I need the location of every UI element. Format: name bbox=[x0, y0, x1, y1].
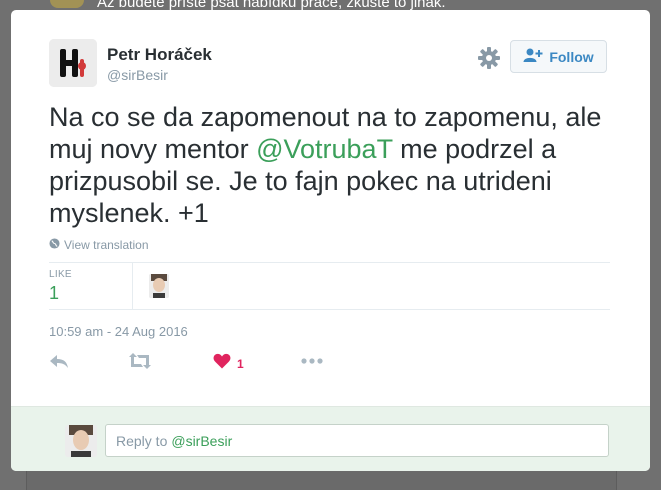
like-action-count: 1 bbox=[237, 356, 244, 371]
view-translation-label: View translation bbox=[64, 238, 149, 252]
likes-count[interactable]: 1 bbox=[49, 283, 59, 304]
stats-vertical-divider bbox=[132, 263, 133, 309]
retweet-button[interactable] bbox=[129, 353, 151, 374]
reply-input[interactable]: Reply to @sirBesir bbox=[105, 424, 609, 457]
retweet-icon bbox=[129, 353, 151, 374]
reply-composer: Reply to @sirBesir bbox=[11, 406, 650, 471]
follow-button[interactable]: Follow bbox=[510, 40, 607, 73]
more-icon bbox=[301, 353, 323, 374]
background-avatar bbox=[50, 0, 84, 8]
background-frame bbox=[26, 470, 617, 490]
tweet-timestamp[interactable]: 10:59 am - 24 Aug 2016 bbox=[49, 324, 188, 339]
liker-avatar[interactable] bbox=[149, 274, 169, 298]
like-button[interactable]: 1 bbox=[213, 353, 244, 374]
author-name[interactable]: Petr Horáček bbox=[107, 45, 212, 65]
reply-button[interactable] bbox=[49, 353, 69, 374]
reply-prefix: Reply to bbox=[116, 432, 168, 449]
tweet-mention-link[interactable]: @VotrubaT bbox=[256, 134, 393, 164]
author-avatar[interactable] bbox=[49, 39, 97, 87]
stats-top-divider bbox=[49, 262, 610, 263]
follow-person-plus-icon bbox=[523, 47, 543, 66]
globe-icon bbox=[49, 238, 60, 252]
tweet-text: Na co se da zapomenout na to zapomenu, a… bbox=[49, 101, 619, 229]
reply-icon bbox=[49, 353, 69, 374]
stats-bottom-divider bbox=[49, 309, 610, 310]
heart-icon bbox=[213, 353, 231, 374]
current-user-avatar bbox=[65, 425, 97, 457]
follow-button-label: Follow bbox=[549, 48, 594, 65]
view-translation-link[interactable]: View translation bbox=[49, 238, 149, 252]
author-handle[interactable]: @sirBesir bbox=[107, 67, 168, 83]
reply-mention: @sirBesir bbox=[171, 432, 233, 449]
settings-gear-icon[interactable] bbox=[477, 46, 501, 70]
likes-label: LIKE bbox=[49, 269, 72, 280]
more-button[interactable] bbox=[301, 353, 323, 374]
tweet-modal: Petr Horáček @sirBesir Follow Na co se d… bbox=[11, 10, 650, 471]
